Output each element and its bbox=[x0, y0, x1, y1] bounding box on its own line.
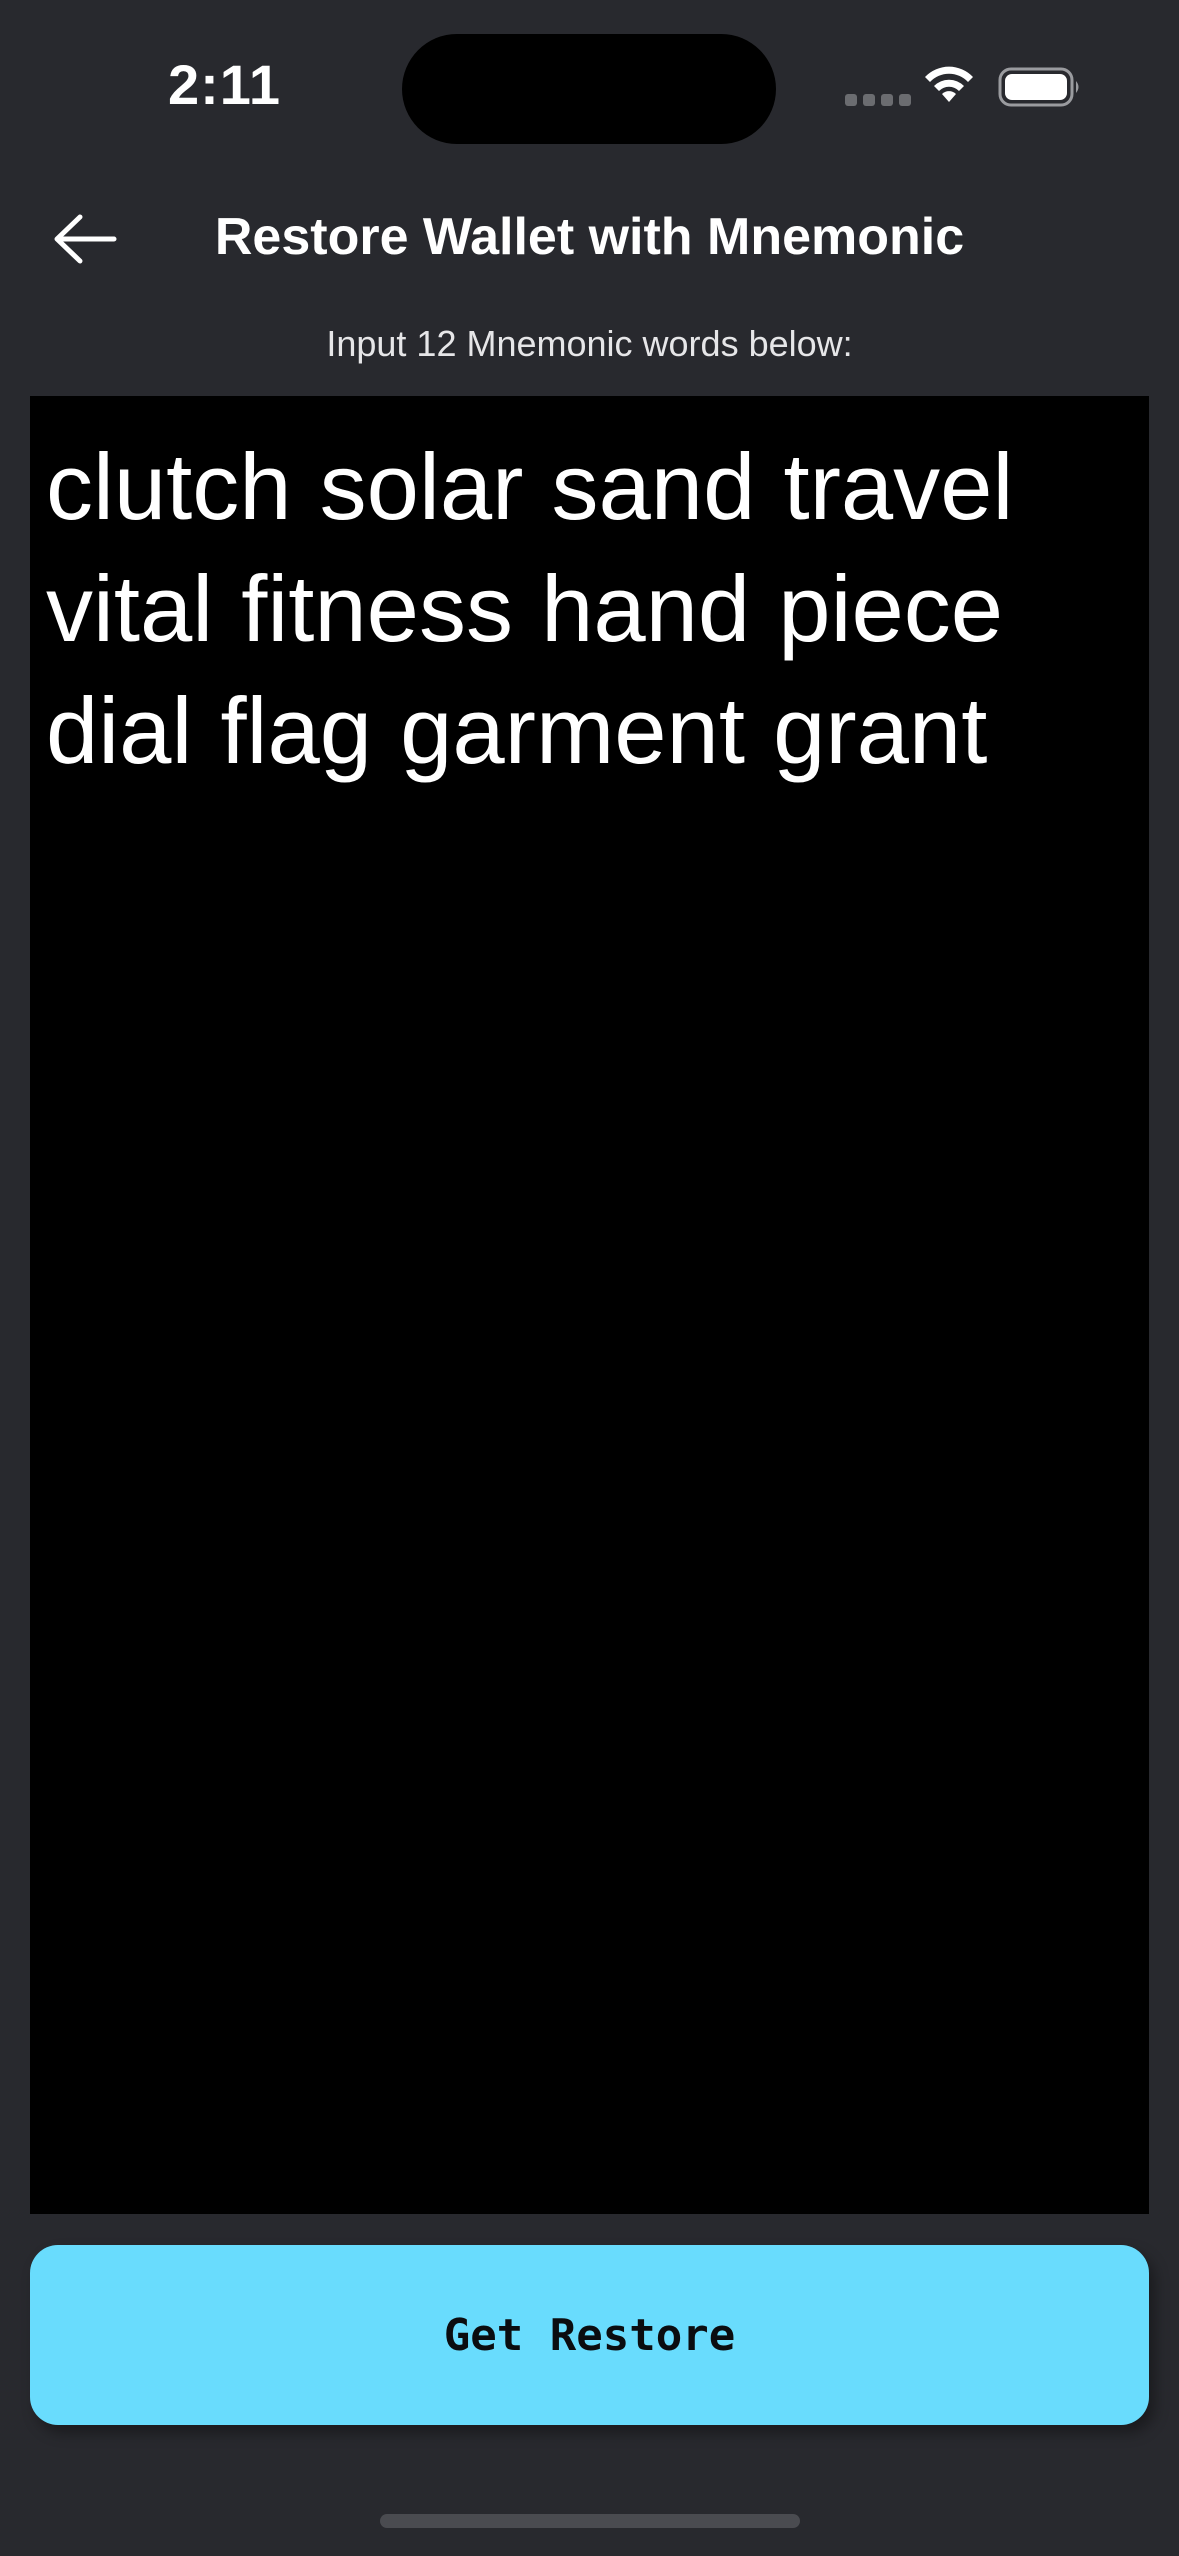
get-restore-button[interactable]: Get Restore bbox=[30, 2245, 1149, 2425]
mnemonic-input[interactable]: clutch solar sand travel vital fitness h… bbox=[30, 396, 1149, 2214]
cellular-signal-icon bbox=[845, 94, 911, 106]
page-title: Restore Wallet with Mnemonic bbox=[214, 208, 965, 266]
battery-icon bbox=[998, 67, 1079, 107]
dynamic-island bbox=[402, 34, 776, 144]
instruction-label: Input 12 Mnemonic words below: bbox=[326, 323, 853, 364]
navigation-bar: Restore Wallet with Mnemonic bbox=[0, 180, 1179, 280]
home-indicator bbox=[380, 2514, 800, 2528]
status-bar: 2:11 bbox=[0, 0, 1179, 180]
wifi-icon bbox=[925, 66, 973, 102]
status-time: 2:11 bbox=[168, 53, 281, 116]
